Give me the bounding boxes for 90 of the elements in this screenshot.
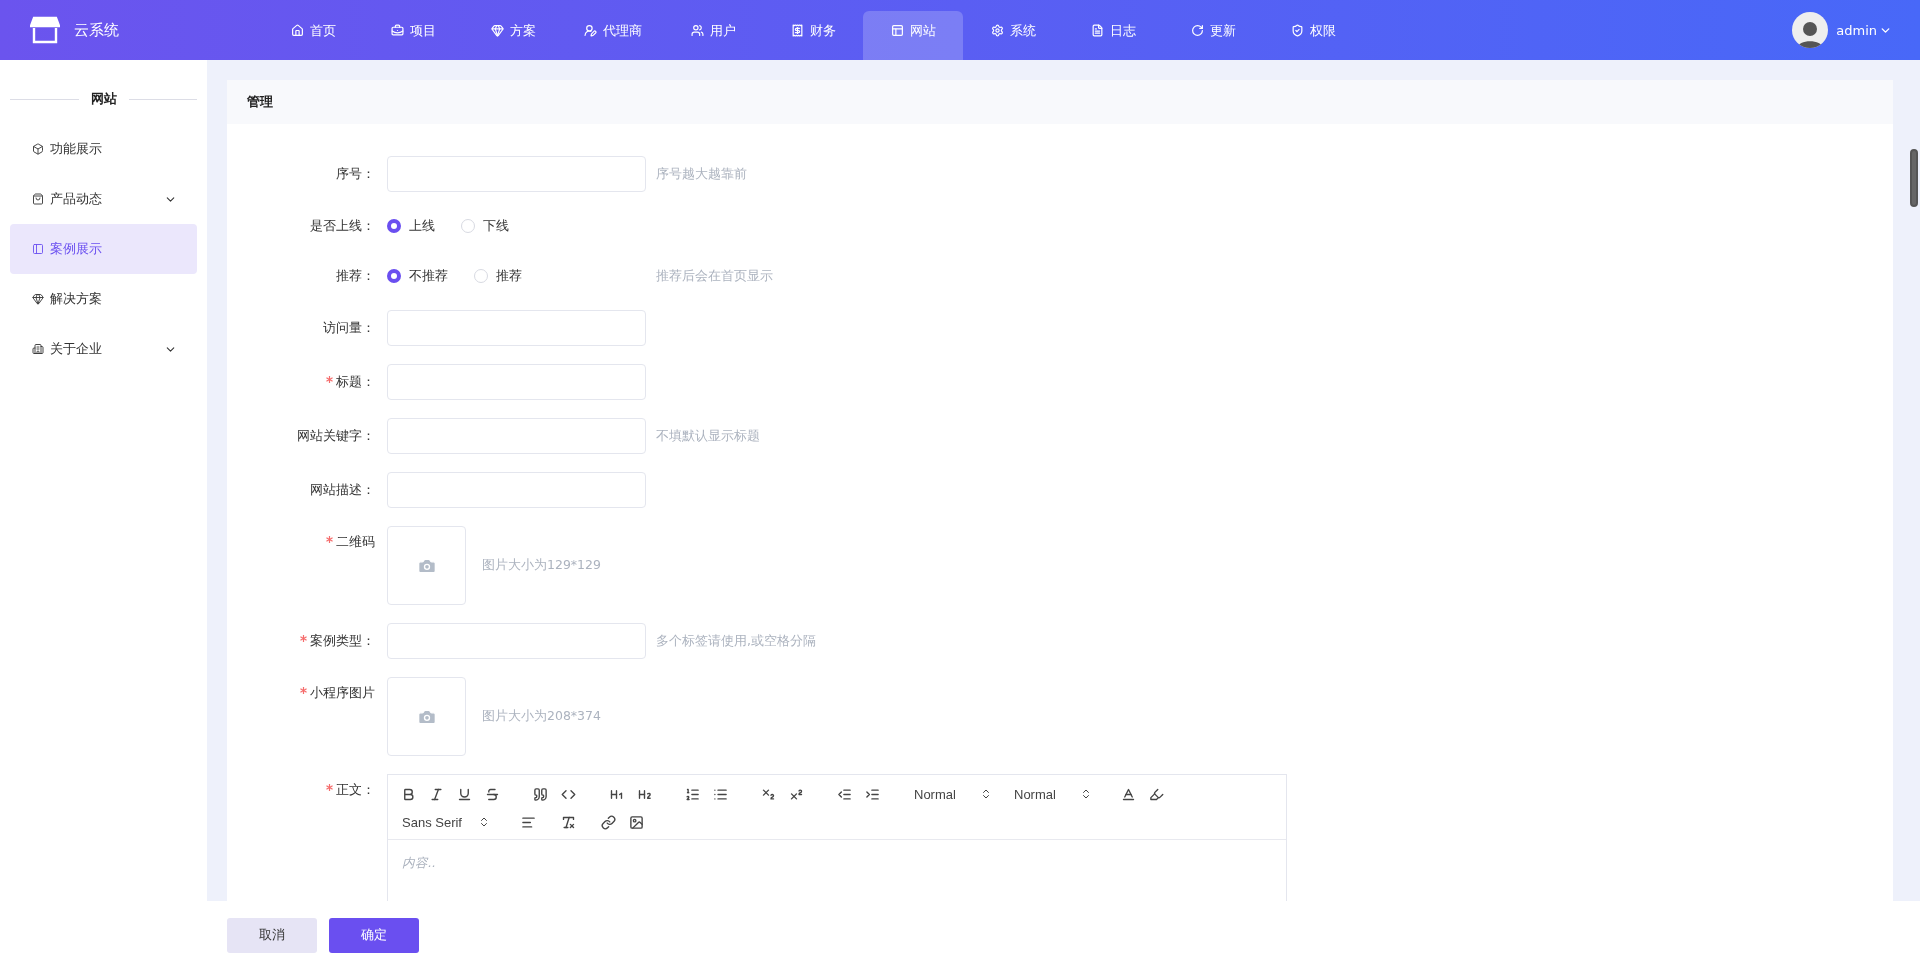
receipt-icon bbox=[790, 24, 804, 37]
nav-tab[interactable]: 系统 bbox=[963, 11, 1063, 60]
quote-icon bbox=[532, 786, 548, 802]
font-select[interactable]: Sans Serif bbox=[396, 814, 496, 830]
field-label: 是否上线： bbox=[310, 217, 375, 235]
nav-tab[interactable]: 项目 bbox=[363, 11, 463, 60]
field-label: 网站关键字： bbox=[297, 427, 375, 445]
user-menu[interactable]: admin bbox=[1836, 22, 1892, 38]
sidebar-title: 网站 bbox=[90, 90, 117, 108]
refresh-icon bbox=[1190, 24, 1204, 37]
nav-tab[interactable]: 网站 bbox=[863, 11, 963, 60]
nav-tab[interactable]: 日志 bbox=[1063, 11, 1163, 60]
nav-tab[interactable]: 方案 bbox=[463, 11, 563, 60]
app-name: 云系统 bbox=[74, 20, 119, 40]
text-field[interactable] bbox=[387, 364, 646, 400]
cancel-button[interactable]: 取消 bbox=[227, 917, 317, 953]
sidebar-item[interactable]: 关于企业 bbox=[10, 324, 197, 374]
text-field[interactable] bbox=[387, 156, 646, 192]
up-down-icon bbox=[1080, 788, 1092, 800]
nav-tab[interactable]: 首页 bbox=[263, 11, 363, 60]
field-label: 访问量： bbox=[323, 319, 375, 337]
indent-icon bbox=[864, 786, 880, 802]
field-hint: 推荐后会在首页显示 bbox=[656, 267, 773, 285]
shield-icon bbox=[1290, 24, 1304, 37]
text-field[interactable] bbox=[387, 310, 646, 346]
field-label: 小程序图片 bbox=[310, 685, 375, 702]
highlight-icon bbox=[1148, 786, 1164, 802]
underline-icon bbox=[456, 786, 472, 802]
numbered-list-icon bbox=[684, 786, 700, 802]
radio-option[interactable]: 上线 bbox=[387, 217, 435, 235]
field-hint: 序号越大越靠前 bbox=[656, 165, 747, 183]
home-icon bbox=[290, 24, 304, 37]
box-icon bbox=[32, 143, 44, 155]
bag-icon bbox=[32, 193, 44, 205]
text-field[interactable] bbox=[387, 418, 646, 454]
field-label: 标题： bbox=[336, 373, 375, 391]
radio-option[interactable]: 推荐 bbox=[474, 267, 522, 285]
sidebar-item[interactable]: 产品动态 bbox=[10, 174, 197, 224]
bullet-list-icon bbox=[712, 786, 728, 802]
text-color-icon bbox=[1120, 786, 1136, 802]
card-title: 管理 bbox=[247, 93, 273, 111]
subscript-icon bbox=[760, 786, 776, 802]
scrollbar-thumb[interactable] bbox=[1910, 149, 1918, 207]
nav-tab[interactable]: 用户 bbox=[663, 11, 763, 60]
nav-tab[interactable]: 更新 bbox=[1163, 11, 1263, 60]
size-select[interactable]: Normal bbox=[1008, 786, 1098, 802]
text-field[interactable] bbox=[387, 472, 646, 508]
italic-icon bbox=[428, 786, 444, 802]
field-label: 网站描述： bbox=[310, 481, 375, 499]
building-icon bbox=[32, 343, 44, 355]
panel-icon bbox=[32, 243, 44, 255]
store-icon bbox=[30, 16, 60, 44]
layout-icon bbox=[890, 24, 904, 37]
strikethrough-icon bbox=[484, 786, 500, 802]
outdent-icon bbox=[836, 786, 852, 802]
text-field[interactable] bbox=[387, 623, 646, 659]
nav-tab[interactable]: 权限 bbox=[1263, 11, 1363, 60]
field-hint: 图片大小为129*129 bbox=[482, 557, 601, 574]
link-icon bbox=[600, 814, 616, 830]
briefcase-icon bbox=[390, 24, 404, 37]
field-hint: 不填默认显示标题 bbox=[656, 427, 760, 445]
field-label: 序号： bbox=[336, 165, 375, 183]
user-edit-icon bbox=[584, 24, 597, 37]
up-down-icon bbox=[478, 816, 490, 828]
field-hint: 图片大小为208*374 bbox=[482, 708, 601, 725]
diamond-icon bbox=[490, 24, 504, 37]
header-select[interactable]: Normal bbox=[908, 786, 998, 802]
sidebar-item[interactable]: 功能展示 bbox=[10, 124, 197, 174]
nav-tab[interactable]: 财务 bbox=[763, 11, 863, 60]
confirm-button[interactable]: 确定 bbox=[329, 917, 419, 953]
nav-tab[interactable]: 代理商 bbox=[563, 11, 663, 60]
settings-icon bbox=[990, 24, 1004, 37]
radio-option[interactable]: 下线 bbox=[461, 217, 509, 235]
users-icon bbox=[690, 24, 704, 37]
avatar[interactable] bbox=[1792, 12, 1829, 48]
radio-option[interactable]: 不推荐 bbox=[387, 267, 448, 285]
image-icon bbox=[628, 814, 644, 830]
superscript-icon bbox=[788, 786, 804, 802]
document-icon bbox=[1090, 24, 1104, 37]
clear-format-icon bbox=[560, 814, 576, 830]
field-label: 推荐： bbox=[336, 267, 375, 285]
field-label: 案例类型： bbox=[310, 632, 375, 650]
sidebar-item[interactable]: 解决方案 bbox=[10, 274, 197, 324]
field-label: 正文： bbox=[336, 782, 375, 799]
diamond-icon bbox=[32, 293, 44, 305]
up-down-icon bbox=[980, 788, 992, 800]
field-label: 二维码 bbox=[336, 534, 375, 551]
align-icon bbox=[520, 814, 536, 830]
field-hint: 多个标签请使用,或空格分隔 bbox=[656, 632, 816, 650]
sidebar-item[interactable]: 案例展示 bbox=[10, 224, 197, 274]
